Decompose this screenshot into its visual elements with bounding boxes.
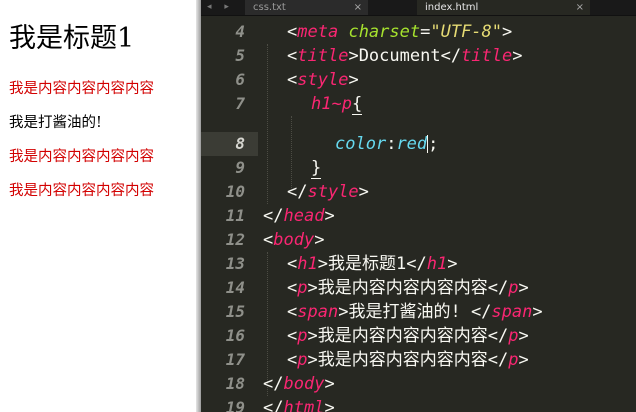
- preview-paragraph-2: 我是内容内容内容内容: [9, 149, 154, 165]
- line-number: 6: [235, 70, 245, 89]
- code-line-16[interactable]: <p>我是内容内容内容内容</p>: [287, 324, 529, 348]
- code-line-17[interactable]: <p>我是内容内容内容内容</p>: [287, 348, 529, 372]
- line-number: 18: [225, 374, 245, 393]
- line-number: 10: [225, 182, 245, 201]
- preview-heading: 我是标题1: [9, 23, 135, 54]
- preview-span-text: 我是打酱油的!: [9, 115, 102, 131]
- code-line-12[interactable]: <body>: [263, 228, 324, 252]
- code-line-7[interactable]: h1~p{: [311, 92, 363, 116]
- indent-guide: [267, 44, 268, 204]
- tab-index-html[interactable]: index.html ×: [417, 0, 590, 15]
- line-number: 11: [225, 206, 245, 225]
- code-line-19[interactable]: </html>: [263, 396, 335, 412]
- preview-paragraph-1: 我是内容内容内容内容: [9, 81, 154, 97]
- tab-scroll-arrows-icon[interactable]: ◂ ▸: [207, 0, 234, 15]
- line-number: 13: [225, 254, 245, 273]
- line-number: 19: [225, 398, 245, 412]
- close-icon[interactable]: ×: [354, 0, 362, 15]
- line-number: 15: [225, 302, 245, 321]
- code-line-18[interactable]: </body>: [263, 372, 335, 396]
- editor-scrollbar[interactable]: [630, 16, 636, 412]
- code-line-13[interactable]: <h1>我是标题1</h1>: [287, 252, 457, 276]
- code-line-9[interactable]: }: [311, 156, 322, 180]
- indent-guide: [291, 116, 292, 188]
- tab-bar: ◂ ▸ css.txt × index.html ×: [201, 0, 636, 16]
- code-line-8[interactable]: color:red;: [335, 132, 438, 156]
- code-line-10[interactable]: </style>: [287, 180, 369, 204]
- line-number: 12: [225, 230, 245, 249]
- code-editor[interactable]: ◂ ▸ css.txt × index.html × 4 5 6 7 8 9 1…: [201, 0, 636, 412]
- code-line-14[interactable]: <p>我是内容内容内容内容</p>: [287, 276, 529, 300]
- line-number: 17: [225, 350, 245, 369]
- line-number: 4: [235, 22, 245, 41]
- tab-css-txt[interactable]: css.txt ×: [245, 0, 368, 15]
- code-line-5[interactable]: <title>Document</title>: [287, 44, 523, 68]
- line-number: 5: [235, 46, 245, 65]
- tab-label: index.html: [425, 2, 479, 13]
- line-number: 16: [225, 326, 245, 345]
- code-line-6[interactable]: <style>: [287, 68, 359, 92]
- line-number: 9: [235, 158, 245, 177]
- browser-preview: 我是标题1 我是内容内容内容内容 我是打酱油的! 我是内容内容内容内容 我是内容…: [0, 0, 196, 412]
- tab-label: css.txt: [253, 2, 286, 13]
- line-number: 14: [225, 278, 245, 297]
- code-line-11[interactable]: </head>: [263, 204, 335, 228]
- line-number: 7: [235, 94, 245, 113]
- preview-paragraph-3: 我是内容内容内容内容: [9, 183, 154, 199]
- code-line-15[interactable]: <span>我是打酱油的! </span>: [287, 300, 543, 324]
- line-number-current: 8: [235, 134, 245, 153]
- close-icon[interactable]: ×: [576, 0, 584, 15]
- code-line-4[interactable]: <meta charset="UTF-8">: [287, 20, 512, 44]
